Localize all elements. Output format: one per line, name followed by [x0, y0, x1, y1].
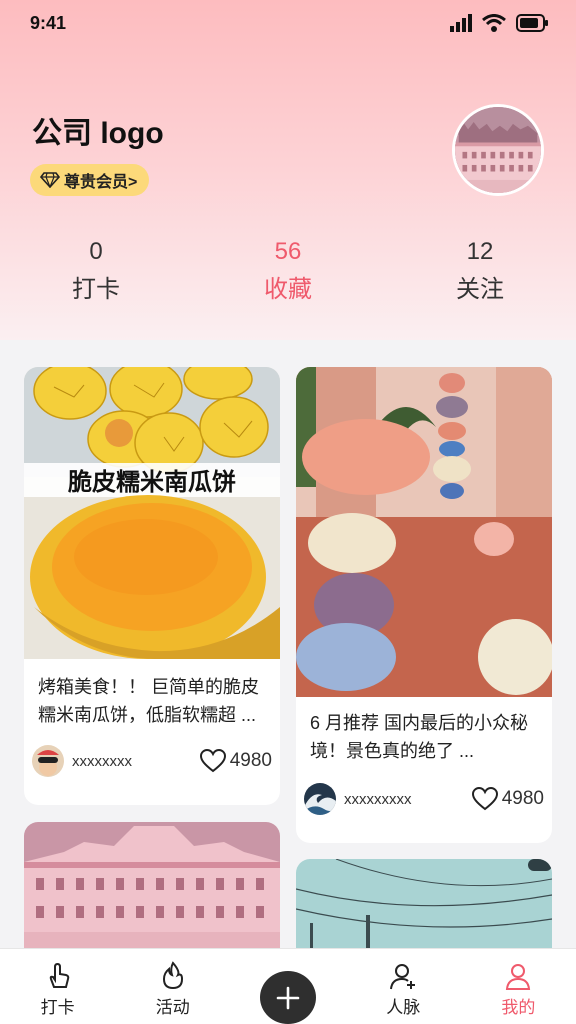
profile-stats: 0 打卡 56 收藏 12 关注 [0, 236, 576, 308]
card-image [24, 822, 280, 962]
stat-following-value: 12 [466, 238, 494, 265]
card-image [296, 859, 552, 962]
stat-favorites-value: 56 [274, 238, 302, 265]
flame-icon [162, 961, 183, 990]
feed-card[interactable] [24, 822, 280, 962]
add-person-icon [390, 964, 416, 990]
tab-mine-label: 我的 [501, 998, 536, 1017]
feed-card[interactable] [296, 859, 552, 962]
author-avatar[interactable] [304, 783, 336, 815]
tap-hand-icon [49, 962, 69, 988]
stat-following[interactable]: 12 关注 [384, 236, 576, 308]
wifi-icon [482, 14, 506, 32]
person-icon [506, 964, 531, 990]
user-avatar-icon [32, 745, 64, 777]
tab-checkin-label: 打卡 [40, 998, 75, 1017]
author-name[interactable]: xxxxxxxxx [344, 791, 472, 808]
vip-label: 尊贵会员> [64, 174, 138, 191]
card-description: 6 月推荐 国内最后的小众秘境！景色真的绝了 ... [310, 713, 529, 761]
heart-icon [199, 749, 226, 773]
profile-avatar[interactable] [452, 104, 544, 196]
card-image [296, 367, 552, 697]
tab-contacts[interactable]: 人脉 [346, 949, 461, 1024]
like-counter[interactable]: 4980 [471, 787, 544, 811]
stat-favorites[interactable]: 56 收藏 [192, 236, 384, 308]
card-footer: xxxxxxxx 4980 [32, 745, 272, 777]
like-count: 4980 [229, 750, 272, 771]
signal-icon [450, 14, 472, 32]
stone-sculpture-photo-icon [296, 367, 552, 697]
like-count: 4980 [501, 788, 544, 809]
author-avatar[interactable] [32, 745, 64, 777]
pumpkin-cake-photo-icon: 脆皮糯米南瓜饼 [24, 367, 280, 659]
battery-icon [516, 14, 548, 32]
sky-wires-photo-icon [296, 859, 552, 962]
create-post-button[interactable] [260, 971, 316, 1024]
card-image: 脆皮糯米南瓜饼 [24, 367, 280, 659]
tab-checkin[interactable]: 打卡 [0, 949, 115, 1024]
stat-favorites-label: 收藏 [264, 276, 312, 303]
status-bar: 9:41 [0, 0, 576, 46]
stat-checkin-value: 0 [89, 238, 103, 265]
brand-title: 公司 logo [32, 117, 164, 150]
author-name[interactable]: xxxxxxxx [72, 753, 200, 770]
tab-create[interactable] [230, 949, 345, 1024]
card-description: 烤箱美食！！ 巨简单的脆皮糯米南瓜饼，低脂软糯超 ... [38, 677, 259, 725]
hotel-photo-icon [24, 822, 280, 962]
card-image-caption: 脆皮糯米南瓜饼 [67, 467, 236, 496]
bottom-tab-bar: 打卡 活动 人脉 我的 [0, 948, 576, 1024]
feed-card[interactable]: 脆皮糯米南瓜饼 烤箱美食！！ 巨简单的脆皮糯米南瓜饼，低脂软糯超 ... xxx… [24, 367, 280, 805]
tab-activity[interactable]: 活动 [115, 949, 230, 1024]
card-footer: xxxxxxxxx 4980 [304, 783, 544, 815]
tab-activity-label: 活动 [155, 998, 190, 1017]
plus-icon [276, 986, 300, 1009]
status-time: 9:41 [30, 12, 67, 33]
hotel-photo-icon [455, 107, 541, 193]
stat-following-label: 关注 [456, 276, 504, 303]
stat-checkin[interactable]: 0 打卡 [0, 236, 192, 308]
diamond-icon [40, 172, 60, 188]
like-counter[interactable]: 4980 [199, 749, 272, 773]
heart-icon [471, 787, 498, 811]
tab-contacts-label: 人脉 [386, 998, 421, 1017]
stat-checkin-label: 打卡 [72, 276, 120, 303]
tab-mine[interactable]: 我的 [461, 949, 576, 1024]
wave-avatar-icon [304, 783, 336, 815]
vip-badge[interactable]: 尊贵会员> [30, 164, 150, 196]
feed-card[interactable]: 6 月推荐 国内最后的小众秘境！景色真的绝了 ... xxxxxxxxx 498… [296, 367, 552, 843]
status-icons [450, 14, 548, 32]
